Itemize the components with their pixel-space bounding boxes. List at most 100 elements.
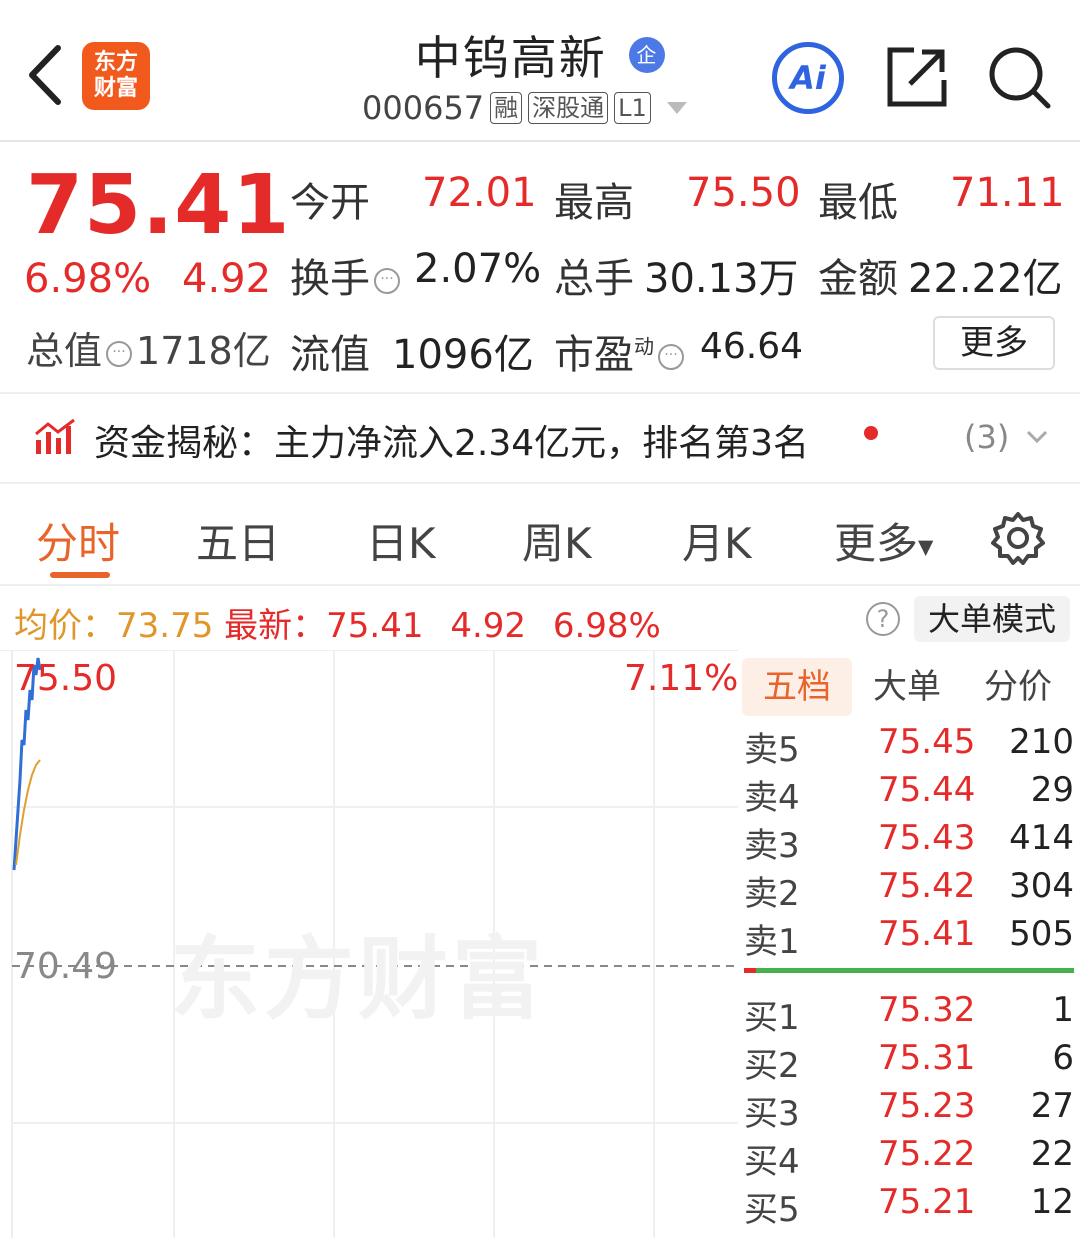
fund-flow-text: 资金揭秘：主力净流入2.34亿元，排名第3名 — [94, 423, 810, 464]
high-value: 75.50 — [686, 170, 801, 216]
gear-icon[interactable] — [990, 510, 1046, 566]
open-value: 72.01 — [422, 170, 537, 216]
tab-weekly-k[interactable]: 周K — [522, 510, 592, 571]
order-book: 五档 大单 分价 卖5 75.45 210 卖4 75.44 29 卖3 75.43 414… — [738, 650, 1080, 1238]
high-label: 最高 — [554, 180, 634, 226]
fund-flow-count: (3) — [964, 418, 1010, 456]
bid-row: 买2 75.31 6 — [738, 1038, 1080, 1086]
latest-value: 75.41 — [326, 606, 424, 646]
pe-value: 46.64 — [700, 326, 804, 367]
ask-row: 卖4 75.44 29 — [738, 770, 1080, 818]
more-button[interactable]: 更多 — [933, 316, 1055, 370]
ai-button[interactable]: Ai — [772, 42, 844, 114]
pct-axis-max: 7.11% — [624, 658, 739, 699]
pe-sup: 动 — [634, 334, 654, 359]
bid-row: 买5 75.21 12 — [738, 1182, 1080, 1230]
bid-volume: 12 — [1030, 1182, 1074, 1222]
stock-code-row[interactable]: 000657 融 深股通 L1 — [362, 88, 687, 128]
ask-label: 卖5 — [744, 730, 800, 770]
tab-intraday[interactable]: 分时 — [36, 510, 120, 571]
ask-price: 75.45 — [878, 722, 976, 762]
info-dots-icon[interactable]: ··· — [106, 340, 133, 367]
change-percent: 6.98% — [24, 256, 152, 302]
ask-volume: 304 — [1009, 866, 1074, 906]
last-price: 75.41 — [26, 158, 291, 253]
avg-label: 均价： — [14, 606, 116, 646]
ask-ratio-segment — [744, 968, 756, 973]
bar-chart-icon — [34, 418, 76, 456]
turnover-label: 换手 ··· — [290, 246, 404, 304]
ask-volume: 414 — [1009, 818, 1074, 858]
unread-dot — [864, 426, 878, 440]
latest-change: 4.92 — [450, 606, 527, 646]
enterprise-badge-icon: 企 — [629, 37, 666, 73]
info-dots-icon[interactable]: ··· — [374, 268, 400, 294]
bid-volume: 27 — [1030, 1086, 1074, 1126]
stock-name: 中钨高新 — [414, 31, 607, 85]
share-icon[interactable] — [884, 44, 950, 110]
tab-big-orders[interactable]: 大单 — [862, 658, 952, 716]
connect-tag: 深股通 — [528, 92, 609, 124]
help-icon[interactable]: ? — [866, 602, 900, 636]
bid-label: 买1 — [744, 998, 800, 1038]
caret-down-icon: ▼ — [918, 534, 934, 559]
bid-price: 75.21 — [878, 1182, 976, 1222]
pe-label: 市盈动 ··· — [554, 322, 688, 380]
bid-row: 买1 75.32 1 — [738, 990, 1080, 1038]
total-cap-value: 1718亿 — [136, 329, 271, 373]
amount-label: 金额 — [818, 256, 898, 302]
bid-label: 买3 — [744, 1094, 800, 1134]
back-arrow-icon[interactable] — [22, 40, 72, 110]
tab-more-label: 更多 — [834, 519, 919, 568]
active-tab-indicator — [50, 572, 110, 578]
bid-price: 75.31 — [878, 1038, 976, 1078]
volume-value: 30.13万 — [644, 256, 799, 302]
bid-ask-ratio-bar — [744, 968, 1074, 973]
open-label: 今开 — [290, 180, 370, 226]
price-summary-row: 均价：73.75 最新：75.41 4.92 6.98% — [14, 598, 661, 647]
big-order-mode-button[interactable]: 大单模式 — [914, 596, 1070, 642]
bid-volume: 22 — [1030, 1134, 1074, 1174]
bid-row: 买3 75.23 27 — [738, 1086, 1080, 1134]
ask-volume: 29 — [1030, 770, 1074, 810]
bid-label: 买4 — [744, 1142, 800, 1182]
total-market-cap[interactable]: 总值 ··· 1718亿 — [26, 320, 271, 375]
latest-label: 最新： — [224, 606, 327, 646]
tab-five-levels[interactable]: 五档 — [742, 658, 852, 716]
tab-five-day[interactable]: 五日 — [196, 510, 280, 571]
bid-label: 买5 — [744, 1190, 800, 1230]
total-cap-label: 总值 — [26, 329, 103, 373]
bid-price: 75.22 — [878, 1134, 976, 1174]
ask-label: 卖1 — [744, 922, 800, 962]
tab-price-distribution[interactable]: 分价 — [962, 658, 1074, 716]
bid-volume: 6 — [1052, 1038, 1074, 1078]
dropdown-caret-icon[interactable] — [666, 102, 687, 114]
tab-more[interactable]: 更多▼ — [834, 510, 933, 571]
chevron-down-icon[interactable] — [1022, 422, 1052, 452]
ask-volume: 505 — [1009, 914, 1074, 954]
low-value: 71.11 — [950, 170, 1065, 216]
info-dots-icon[interactable]: ··· — [658, 344, 684, 370]
fund-flow-banner[interactable]: 资金揭秘：主力净流入2.34亿元，排名第3名 (3) — [0, 392, 1080, 484]
ask-volume: 210 — [1009, 722, 1074, 762]
tab-monthly-k[interactable]: 月K — [682, 510, 752, 571]
ask-label: 卖4 — [744, 778, 800, 818]
float-cap-label: 流值 — [290, 332, 370, 378]
ask-row: 卖5 75.45 210 — [738, 722, 1080, 770]
stock-title[interactable]: 中钨高新 企 — [330, 22, 750, 88]
ask-row: 卖2 75.42 304 — [738, 866, 1080, 914]
margin-tag: 融 — [490, 92, 523, 124]
bid-label: 买2 — [744, 1046, 800, 1086]
top-bar: 东方 财富 中钨高新 企 000657 融 深股通 L1 Ai — [0, 0, 1080, 142]
tab-daily-k[interactable]: 日K — [366, 510, 436, 571]
y-axis-prev-close: 70.49 — [14, 946, 118, 987]
ask-row: 卖3 75.43 414 — [738, 818, 1080, 866]
bid-price: 75.32 — [878, 990, 976, 1030]
ask-price: 75.42 — [878, 866, 976, 906]
turnover-label-text: 换手 — [290, 256, 370, 302]
app-logo: 东方 财富 — [82, 42, 150, 110]
low-label: 最低 — [818, 180, 898, 226]
ask-price: 75.43 — [878, 818, 976, 858]
ask-label: 卖3 — [744, 826, 800, 866]
search-icon[interactable] — [986, 44, 1052, 110]
